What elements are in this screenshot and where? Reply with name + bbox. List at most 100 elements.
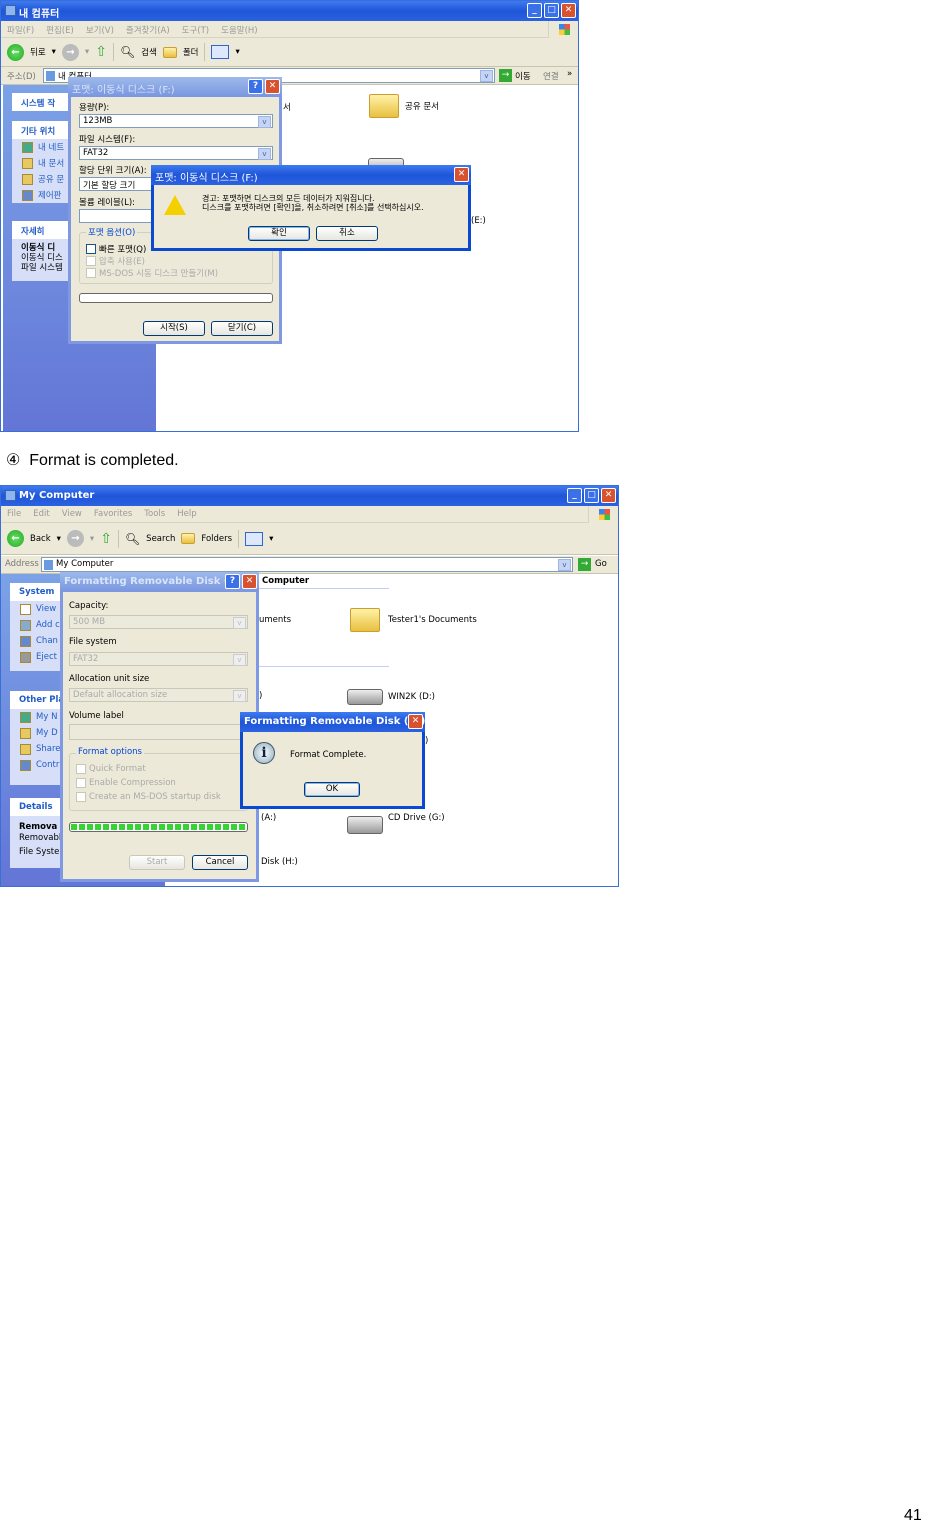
win2k-drive-label[interactable]: WIN2K (D:) [388,692,435,702]
format-options-group: Format options Quick Format Enable Compr… [69,747,248,811]
start-button[interactable]: 시작(S) [143,321,205,336]
toolbar: ← Back ▾ → ▾ ⇧ 🔍︎ Search Folders ▾ [1,523,618,555]
allocation-select[interactable]: Default allocation size v [69,688,248,702]
maximize-button[interactable]: □ [544,3,559,18]
minimize-button[interactable]: _ [527,3,542,18]
up-folder-icon[interactable]: ⇧ [100,531,112,547]
format-dialog: Formatting Removable Disk (H:) ? ✕ Capaci… [60,572,259,882]
dialog-title: Formatting Removable Disk (H:) [244,716,426,727]
close-button[interactable]: ✕ [454,167,469,182]
my-computer-icon [44,560,53,570]
menu-edit[interactable]: 편집(E) [46,24,74,36]
menu-help[interactable]: Help [177,509,196,519]
quick-format-checkbox[interactable]: 빠른 포맷(Q) [86,243,146,255]
tester-documents-folder-icon[interactable] [350,608,380,632]
close-button[interactable]: ✕ [265,79,280,94]
cancel-button[interactable]: Cancel [192,855,248,870]
chevron-down-icon[interactable]: v [558,559,571,571]
screenshot-format-complete: My Computer _ □ ✕ File Edit View Favorites… [0,485,619,887]
go-arrow-icon[interactable]: → [499,69,512,82]
maximize-button[interactable]: □ [584,488,599,503]
links-more-icon[interactable]: » [567,69,572,79]
quick-format-checkbox[interactable]: Quick Format [76,764,146,774]
menu-file[interactable]: 파일(F) [7,24,34,36]
format-progress-bar [69,822,248,832]
chevron-down-icon[interactable]: v [480,70,493,82]
up-folder-icon[interactable]: ⇧ [95,44,107,60]
go-arrow-icon[interactable]: → [578,558,591,571]
views-icon[interactable] [245,531,264,546]
compression-checkbox[interactable]: Enable Compression [76,778,176,788]
menu-view[interactable]: View [62,509,82,519]
go-button[interactable]: Go [595,559,607,569]
back-arrow-icon[interactable]: ← [7,43,24,61]
views-icon[interactable] [211,45,230,59]
cd-drive-label[interactable]: CD Drive (G:) [388,813,445,823]
back-button[interactable]: 뒤로 [30,46,46,58]
menu-tools[interactable]: Tools [144,509,165,519]
close-button[interactable]: ✕ [601,488,616,503]
file-system-select[interactable]: FAT32 v [79,146,273,160]
menu-help[interactable]: 도움말(H) [221,24,257,36]
menu-file[interactable]: File [7,509,21,519]
folders-icon[interactable] [162,46,177,58]
hard-drive-icon[interactable] [347,689,383,705]
close-button[interactable]: ✕ [561,3,576,18]
folders-button[interactable]: 폴더 [183,46,199,58]
menu-favorites[interactable]: 즐겨찾기(A) [126,24,170,36]
close-button[interactable]: ✕ [408,714,423,729]
window-title: My Computer [19,490,95,501]
menu-tools[interactable]: 도구(T) [182,24,209,36]
go-button[interactable]: 이동 [515,70,531,82]
shared-documents-label[interactable]: 공유 문서 [405,100,439,112]
search-icon[interactable]: 🔍︎ [125,532,140,546]
ok-button[interactable]: OK [304,782,360,797]
ok-button[interactable]: 확인 [248,226,310,241]
windows-logo-icon [588,506,618,523]
disk-h-label[interactable]: Disk (H:) [261,857,298,867]
address-label: Address [5,559,39,569]
capacity-select[interactable]: 123MB v [79,114,273,128]
msdos-startup-checkbox[interactable]: Create an MS-DOS startup disk [76,792,221,802]
tester-documents-label[interactable]: Tester1's Documents [388,615,477,625]
search-icon[interactable]: 🔍︎ [120,45,135,59]
file-system-select[interactable]: FAT32 v [69,652,248,666]
help-button[interactable]: ? [225,574,240,589]
windows-logo-icon [548,21,578,38]
search-button[interactable]: Search [146,534,175,544]
forward-arrow-icon[interactable]: → [61,43,79,61]
back-arrow-icon[interactable]: ← [7,530,24,547]
cd-drive-icon[interactable] [347,816,383,834]
help-button[interactable]: ? [248,79,263,94]
format-warning-dialog: 포맷: 이동식 디스크 (F:) ✕ 경고: 포맷하면 디스크의 모든 데이터가… [151,165,471,251]
cancel-button[interactable]: 취소 [316,226,378,241]
drive-a-label[interactable]: (A:) [261,813,276,823]
folders-icon[interactable] [181,533,196,544]
address-input[interactable]: My Computer v [41,557,573,572]
back-button[interactable]: Back [30,534,51,544]
close-dialog-button[interactable]: 닫기(C) [211,321,273,336]
format-progress-bar [79,293,273,303]
minimize-button[interactable]: _ [567,488,582,503]
menu-bar: File Edit View Favorites Tools Help [1,506,618,523]
drive-e-label[interactable]: (E:) [471,216,486,226]
menu-view[interactable]: 보기(V) [86,24,114,36]
forward-arrow-icon[interactable]: → [66,530,84,547]
compression-checkbox[interactable]: 압축 사용(E) [86,255,145,267]
links-label[interactable]: 연결 [543,70,559,82]
caption: ④ Format is completed. [6,452,179,469]
volume-label-input[interactable] [69,724,248,740]
format-complete-dialog: Formatting Removable Disk (H:) ✕ i Forma… [240,712,425,809]
menu-favorites[interactable]: Favorites [94,509,132,519]
search-button[interactable]: 검색 [141,46,157,58]
window-titlebar: 내 컴퓨터 _ □ ✕ [1,1,578,21]
toolbar: ← 뒤로 ▾ → ▾ ⇧ 🔍︎ 검색 폴더 ▾ [1,38,578,67]
start-button[interactable]: Start [129,855,185,870]
capacity-select[interactable]: 500 MB v [69,615,248,629]
msdos-startup-checkbox[interactable]: MS-DOS 시동 디스크 만들기(M) [86,267,218,279]
folders-button[interactable]: Folders [201,534,232,544]
shared-folder-icon[interactable] [369,94,399,118]
close-button[interactable]: ✕ [242,574,257,589]
documents-partial-label[interactable]: uments [259,615,291,625]
menu-edit[interactable]: Edit [33,509,49,519]
